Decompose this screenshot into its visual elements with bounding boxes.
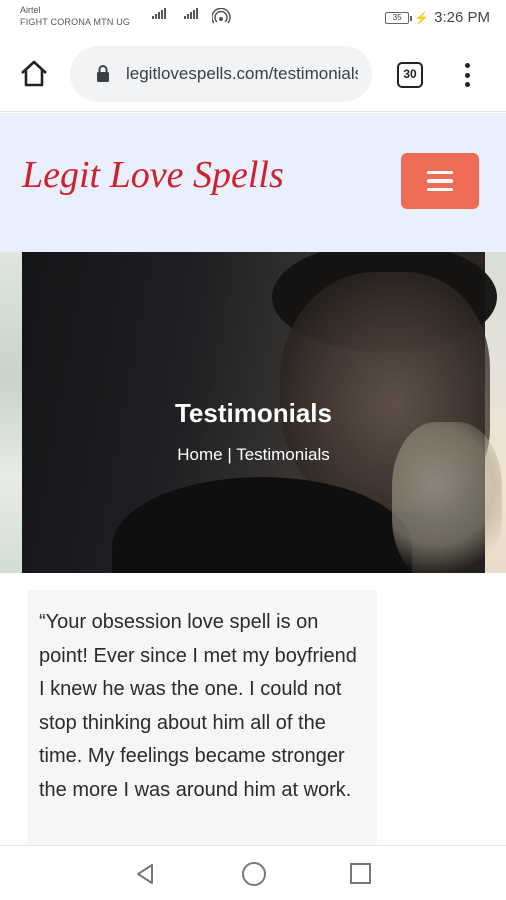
hamburger-icon-bar — [427, 187, 453, 192]
site-header: Legit Love Spells — [0, 113, 506, 252]
breadcrumb-current: Testimonials — [236, 445, 330, 464]
breadcrumb: Home | Testimonials — [22, 445, 485, 465]
hotspot-icon — [212, 8, 231, 24]
testimonial-card: “Your obsession love spell is on point! … — [27, 590, 377, 845]
carrier-name: Airtel — [20, 5, 41, 15]
home-circle-icon[interactable] — [242, 862, 266, 886]
recents-icon[interactable] — [350, 863, 371, 884]
system-navigation-bar — [0, 845, 506, 900]
testimonial-text: “Your obsession love spell is on point! … — [39, 611, 357, 801]
signal-strength-icon — [184, 8, 198, 19]
page-title: Testimonials — [174, 398, 332, 428]
signal-strength-icon — [152, 8, 166, 19]
main-content: “Your obsession love spell is on point! … — [0, 573, 506, 845]
browser-toolbar: legitlovespells.com/testimonials 30 — [0, 38, 506, 112]
breadcrumb-separator: | — [222, 445, 237, 464]
hero-banner: Testimonials Home | Testimonials — [0, 252, 506, 573]
hero-background-left — [0, 252, 22, 573]
menu-button[interactable] — [401, 153, 479, 209]
site-logo[interactable]: Legit Love Spells — [22, 153, 284, 197]
address-bar[interactable]: legitlovespells.com/testimonials — [70, 46, 372, 102]
tab-switcher-icon[interactable]: 30 — [397, 62, 423, 88]
lock-icon — [97, 65, 109, 82]
breadcrumb-home-link[interactable]: Home — [177, 445, 222, 464]
more-vert-icon[interactable] — [457, 60, 477, 90]
hamburger-icon-bar — [427, 179, 453, 183]
status-bar: Airtel FIGHT CORONA MTN UG 35 ⚡ 3:26 PM — [0, 0, 506, 38]
carrier-message: FIGHT CORONA MTN UG — [20, 17, 131, 27]
charging-icon: ⚡ — [414, 10, 430, 25]
battery-icon: 35 — [385, 11, 413, 24]
hamburger-icon — [427, 170, 453, 175]
clock: 3:26 PM — [434, 9, 490, 26]
url-text[interactable]: legitlovespells.com/testimonials — [126, 64, 358, 84]
back-icon[interactable] — [134, 862, 156, 886]
home-icon[interactable] — [18, 58, 50, 90]
